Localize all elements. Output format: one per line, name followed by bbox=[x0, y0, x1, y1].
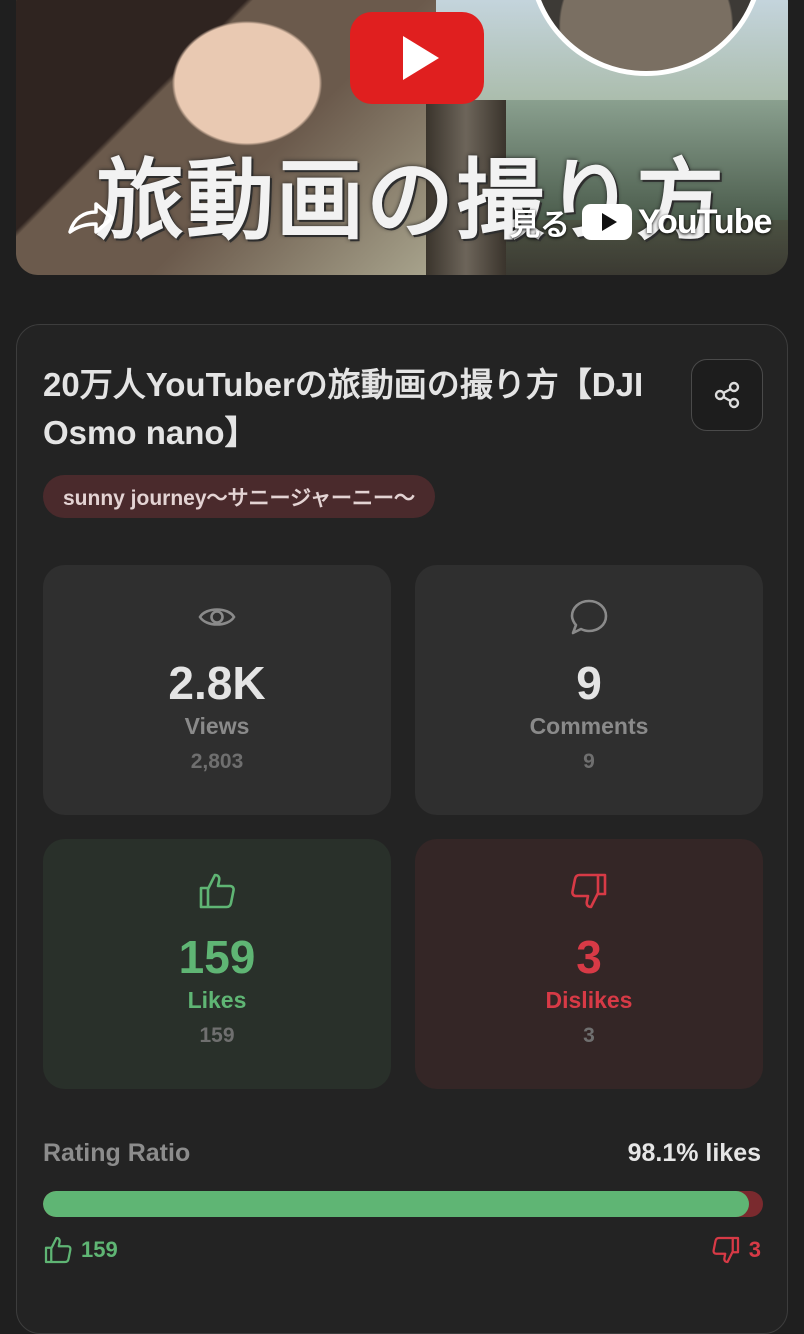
comments-label: Comments bbox=[529, 713, 649, 739]
share-arrow-icon[interactable] bbox=[66, 198, 116, 238]
comments-stat: 9 Comments 9 bbox=[415, 565, 763, 815]
likes-stat: 159 Likes 159 bbox=[43, 839, 391, 1089]
watch-label: 見る bbox=[510, 209, 570, 242]
rating-dislikes: 3 bbox=[711, 1235, 761, 1265]
likes-label: Likes bbox=[187, 987, 247, 1013]
rating-likes-count: 159 bbox=[81, 1237, 118, 1262]
comment-icon bbox=[570, 599, 608, 635]
likes-raw: 159 bbox=[199, 1024, 235, 1047]
watch-on-youtube[interactable]: 見る YouTube bbox=[510, 200, 772, 244]
dislikes-count: 3 bbox=[576, 931, 602, 983]
thumbs-up-icon bbox=[199, 873, 235, 909]
channel-badge[interactable]: sunny journey〜サニージャーニー〜 bbox=[43, 475, 436, 518]
views-count: 2.8K bbox=[168, 657, 266, 709]
views-label: Views bbox=[184, 713, 250, 739]
youtube-play-icon[interactable] bbox=[350, 12, 484, 104]
rating-ratio-value: 98.1% likes bbox=[627, 1139, 761, 1167]
thumbs-up-icon bbox=[44, 1236, 72, 1264]
dislikes-stat: 3 Dislikes 3 bbox=[415, 839, 763, 1089]
comments-count: 9 bbox=[576, 657, 602, 709]
video-stats-card: 20万人YouTuberの旅動画の撮り方【DJI Osmo nano】 sunn… bbox=[16, 324, 788, 1334]
dislikes-label: Dislikes bbox=[545, 987, 633, 1013]
rating-ratio-bar-fill bbox=[43, 1191, 750, 1217]
comments-raw: 9 bbox=[583, 750, 595, 773]
youtube-logo: YouTube bbox=[582, 202, 772, 242]
youtube-logo-text: YouTube bbox=[638, 202, 772, 241]
rating-ratio-label: Rating Ratio bbox=[43, 1139, 191, 1167]
likes-count: 159 bbox=[178, 931, 256, 983]
video-thumbnail[interactable]: 旅動画の撮り方 見る YouTube bbox=[16, 0, 788, 275]
thumbs-down-icon bbox=[571, 873, 607, 909]
eye-icon bbox=[198, 608, 236, 626]
youtube-logo-icon bbox=[582, 204, 632, 240]
dislikes-raw: 3 bbox=[583, 1024, 595, 1047]
rating-dislikes-count: 3 bbox=[748, 1237, 761, 1262]
video-title: 20万人YouTuberの旅動画の撮り方【DJI Osmo nano】 bbox=[43, 366, 644, 451]
rating-likes: 159 bbox=[43, 1235, 118, 1265]
views-raw: 2,803 bbox=[190, 750, 244, 773]
rating-ratio-bar bbox=[43, 1191, 763, 1217]
share-icon bbox=[714, 381, 740, 409]
thumbs-down-icon bbox=[712, 1236, 739, 1264]
views-stat: 2.8K Views 2,803 bbox=[43, 565, 391, 815]
share-button[interactable] bbox=[691, 359, 763, 431]
